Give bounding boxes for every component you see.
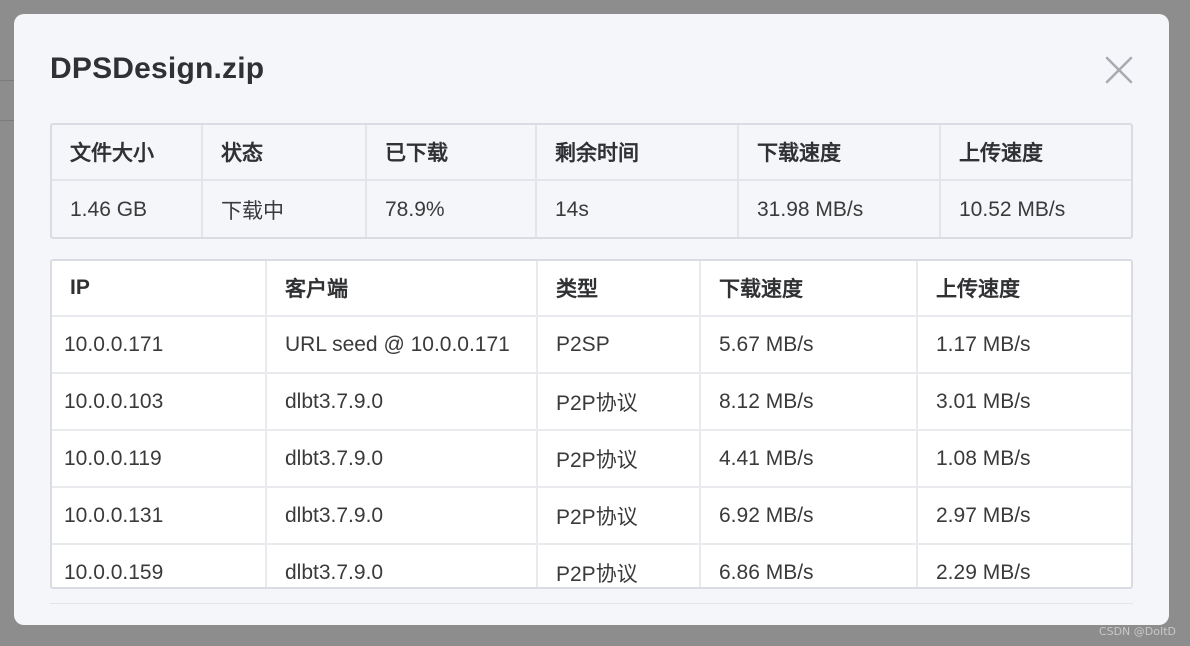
peer-download-speed: 6.92 MB/s <box>700 487 918 545</box>
peer-ip: 10.0.0.119 <box>52 430 267 488</box>
downloaded-value: 78.9% <box>366 180 537 237</box>
dialog-title: DPSDesign.zip <box>50 52 265 85</box>
peer-upload-speed: 3.01 MB/s <box>917 373 1131 431</box>
file-size-value: 1.46 GB <box>52 180 203 237</box>
column-header-download-speed: 下载速度 <box>700 261 918 317</box>
header-upload-speed: 上传速度 <box>940 125 1131 181</box>
column-header-ip: IP <box>52 261 267 317</box>
peer-ip: 10.0.0.171 <box>52 316 267 374</box>
peer-download-speed: 8.12 MB/s <box>700 373 918 431</box>
download-speed-value: 31.98 MB/s <box>738 180 941 237</box>
file-info-header-row: 文件大小 状态 已下载 剩余时间 下载速度 上传速度 <box>52 125 1131 181</box>
watermark: CSDN @DoItD <box>1098 625 1176 638</box>
peer-table-header-row: IP 客户端 类型 下载速度 上传速度 <box>52 261 1131 317</box>
table-row[interactable]: 10.0.0.103 dlbt3.7.9.0 P2P协议 8.12 MB/s 3… <box>52 373 1131 431</box>
status-value: 下载中 <box>202 180 367 237</box>
peer-upload-speed: 2.29 MB/s <box>917 544 1131 587</box>
peer-upload-speed: 1.08 MB/s <box>917 430 1131 488</box>
peer-type: P2P协议 <box>537 487 701 545</box>
close-button[interactable] <box>1103 54 1135 86</box>
close-icon <box>1105 56 1133 84</box>
peer-download-speed: 6.86 MB/s <box>700 544 918 587</box>
peer-client: dlbt3.7.9.0 <box>266 487 538 545</box>
table-row[interactable]: 10.0.0.171 URL seed @ 10.0.0.171 P2SP 5.… <box>52 316 1131 374</box>
background-divider <box>0 80 14 81</box>
table-row[interactable]: 10.0.0.119 dlbt3.7.9.0 P2P协议 4.41 MB/s 1… <box>52 430 1131 488</box>
download-detail-dialog: DPSDesign.zip 文件大小 状态 已下载 剩余时间 下载速度 上传速度… <box>14 14 1169 625</box>
peer-ip: 10.0.0.103 <box>52 373 267 431</box>
table-row[interactable]: 10.0.0.131 dlbt3.7.9.0 P2P协议 6.92 MB/s 2… <box>52 487 1131 545</box>
peer-type: P2SP <box>537 316 701 374</box>
peer-client: dlbt3.7.9.0 <box>266 544 538 587</box>
peer-type: P2P协议 <box>537 430 701 488</box>
header-remaining-time: 剩余时间 <box>536 125 739 181</box>
footer-divider <box>50 603 1133 604</box>
header-status: 状态 <box>202 125 367 181</box>
peer-download-speed: 4.41 MB/s <box>700 430 918 488</box>
peer-ip: 10.0.0.159 <box>52 544 267 587</box>
peer-client: dlbt3.7.9.0 <box>266 430 538 488</box>
remaining-time-value: 14s <box>536 180 739 237</box>
file-info-value-row: 1.46 GB 下载中 78.9% 14s 31.98 MB/s 10.52 M… <box>52 180 1131 237</box>
header-file-size: 文件大小 <box>52 125 203 181</box>
column-header-type: 类型 <box>537 261 701 317</box>
peer-upload-speed: 1.17 MB/s <box>917 316 1131 374</box>
column-header-upload-speed: 上传速度 <box>917 261 1131 317</box>
peer-upload-speed: 2.97 MB/s <box>917 487 1131 545</box>
upload-speed-value: 10.52 MB/s <box>959 198 1066 221</box>
column-header-client: 客户端 <box>266 261 538 317</box>
peer-type: P2P协议 <box>537 373 701 431</box>
peer-type: P2P协议 <box>537 544 701 587</box>
peer-client: dlbt3.7.9.0 <box>266 373 538 431</box>
header-download-speed: 下载速度 <box>738 125 941 181</box>
background-divider <box>0 120 14 121</box>
peer-download-speed: 5.67 MB/s <box>700 316 918 374</box>
peer-table[interactable]: IP 客户端 类型 下载速度 上传速度 10.0.0.171 URL seed … <box>50 259 1133 589</box>
file-info-table: 文件大小 状态 已下载 剩余时间 下载速度 上传速度 1.46 GB 下载中 7… <box>50 123 1133 239</box>
header-downloaded: 已下载 <box>366 125 537 181</box>
peer-ip: 10.0.0.131 <box>52 487 267 545</box>
peer-client: URL seed @ 10.0.0.171 <box>266 316 538 374</box>
table-row[interactable]: 10.0.0.159 dlbt3.7.9.0 P2P协议 6.86 MB/s 2… <box>52 544 1131 587</box>
